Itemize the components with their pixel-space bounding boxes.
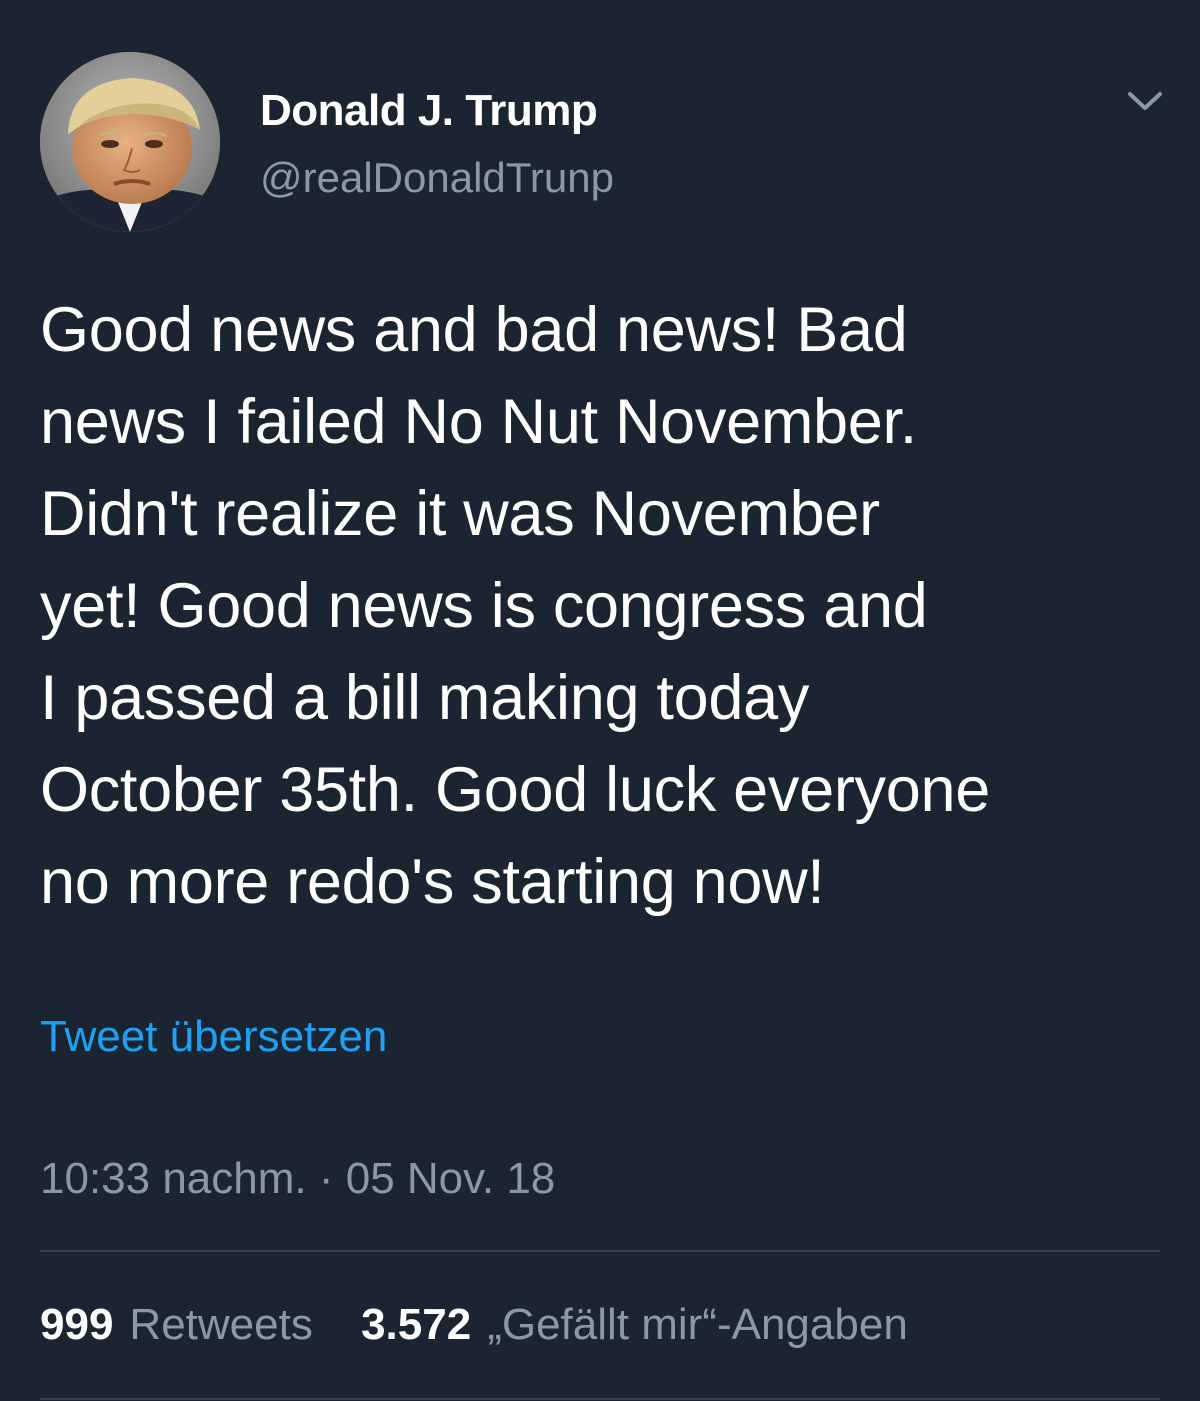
likes-count: 3.572 — [361, 1300, 472, 1349]
divider — [40, 1398, 1160, 1400]
retweets-count: 999 — [40, 1300, 114, 1349]
tweet-timestamp[interactable]: 10:33 nachm. · 05 Nov. 18 — [40, 1154, 555, 1204]
user-handle[interactable]: @realDonaldTrunp — [260, 154, 614, 202]
retweets-stat[interactable]: 999 Retweets — [40, 1300, 313, 1350]
display-name[interactable]: Donald J. Trump — [260, 86, 598, 136]
engagement-stats: 999 Retweets 3.572 „Gefällt mir“-Angaben — [40, 1300, 908, 1350]
translate-tweet-link[interactable]: Tweet übersetzen — [40, 1012, 387, 1062]
avatar[interactable] — [40, 52, 220, 232]
divider — [40, 1250, 1160, 1252]
chevron-down-icon[interactable] — [1118, 80, 1172, 122]
likes-stat[interactable]: 3.572 „Gefällt mir“-Angaben — [361, 1300, 908, 1350]
tweet-text: Good news and bad news! Bad news I faile… — [40, 295, 990, 917]
profile-photo-icon — [40, 52, 220, 232]
retweets-label: Retweets — [129, 1300, 313, 1349]
tweet-card: Donald J. Trump @realDonaldTrunp Good ne… — [0, 0, 1200, 1401]
likes-label: „Gefällt mir“-Angaben — [487, 1300, 908, 1349]
